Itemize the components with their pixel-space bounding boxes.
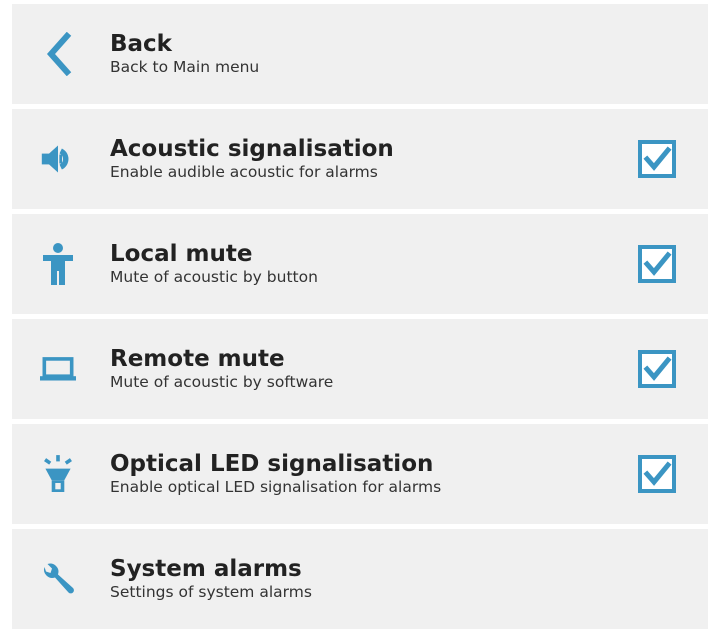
acoustic-item-title: Acoustic signalisation [110,136,394,162]
remote-mute-menu-item[interactable]: Remote mute Mute of acoustic by software [12,319,708,419]
acoustic-item-subtitle: Enable audible acoustic for alarms [110,163,378,181]
system-alarms-item-text: System alarms Settings of system alarms [110,556,312,602]
back-menu-item[interactable]: Back Back to Main menu [12,4,708,104]
acoustic-checkbox[interactable] [638,140,676,178]
local-mute-item-text: Local mute Mute of acoustic by button [110,241,318,287]
back-item-subtitle: Back to Main menu [110,58,260,76]
local-mute-checkbox[interactable] [638,245,676,283]
acoustic-signalisation-menu-item[interactable]: Acoustic signalisation Enable audible ac… [12,109,708,209]
settings-menu: Back Back to Main menu Acoustic signalis… [0,0,709,629]
remote-mute-item-title: Remote mute [110,346,285,372]
light-beacon-icon [40,450,76,498]
remote-mute-checkbox[interactable] [638,350,676,388]
optical-led-menu-item[interactable]: Optical LED signalisation Enable optical… [12,424,708,524]
speaker-icon [40,135,76,183]
optical-led-item-subtitle: Enable optical LED signalisation for ala… [110,478,442,496]
wrench-icon [40,555,76,603]
acoustic-item-text: Acoustic signalisation Enable audible ac… [110,136,394,182]
back-item-text: Back Back to Main menu [110,31,259,77]
chevron-left-icon [40,30,76,78]
back-item-title: Back [110,31,172,57]
remote-mute-item-text: Remote mute Mute of acoustic by software [110,346,333,392]
system-alarms-item-title: System alarms [110,556,302,582]
remote-mute-item-subtitle: Mute of acoustic by software [110,373,334,391]
laptop-icon [40,345,76,393]
system-alarms-item-subtitle: Settings of system alarms [110,583,312,601]
person-icon [40,240,76,288]
optical-led-checkbox[interactable] [638,455,676,493]
optical-led-item-title: Optical LED signalisation [110,451,434,477]
optical-led-item-text: Optical LED signalisation Enable optical… [110,451,441,497]
local-mute-item-subtitle: Mute of acoustic by button [110,268,318,286]
system-alarms-menu-item[interactable]: System alarms Settings of system alarms [12,529,708,629]
local-mute-menu-item[interactable]: Local mute Mute of acoustic by button [12,214,708,314]
local-mute-item-title: Local mute [110,241,253,267]
